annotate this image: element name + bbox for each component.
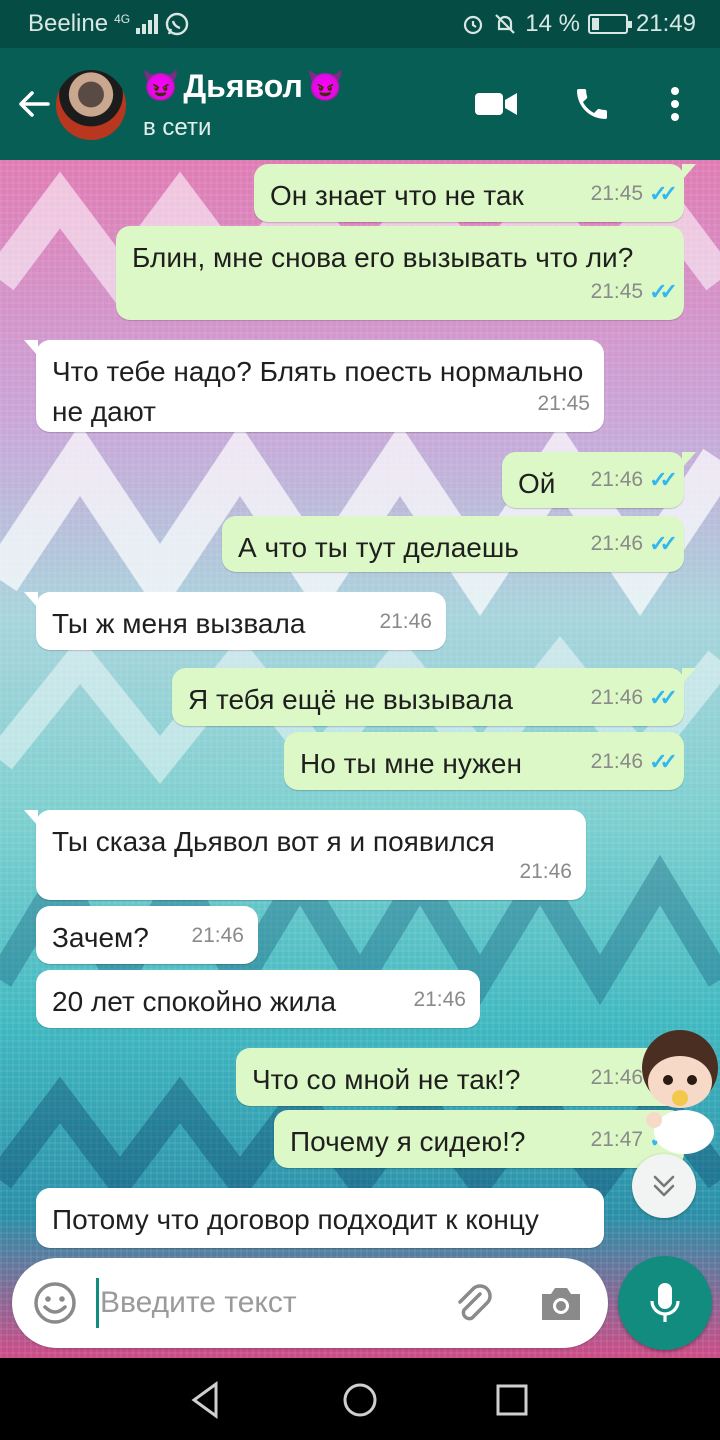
message-meta: 21:46 bbox=[191, 916, 244, 956]
clock: 21:49 bbox=[635, 10, 696, 37]
outgoing-message[interactable]: А что ты тут делаешь 21:46 ✓✓ bbox=[222, 516, 684, 572]
message-text: А что ты тут делаешь bbox=[238, 532, 519, 563]
incoming-message[interactable]: 20 лет спокойно жила 21:46 bbox=[36, 970, 480, 1028]
message-time: 21:46 bbox=[590, 686, 644, 709]
battery-percent: 14 % bbox=[525, 10, 580, 37]
message-time: 21:45 bbox=[537, 392, 590, 415]
message-meta: 21:46 bbox=[519, 852, 572, 892]
message-meta: 21:46✓✓ bbox=[590, 460, 678, 500]
message-text: Ты сказа Дьявол вот я и появился bbox=[52, 826, 495, 857]
battery-icon bbox=[587, 14, 632, 34]
contact-name-row[interactable]: 😈 Дьявол 😈 bbox=[142, 68, 344, 105]
outgoing-message[interactable]: Но ты мне нужен 21:46 ✓✓ bbox=[284, 732, 684, 790]
message-meta: 21:46 bbox=[413, 980, 466, 1020]
message-time: 21:45 bbox=[590, 182, 644, 205]
double-check-icon: ✓✓ bbox=[649, 467, 678, 492]
incoming-message[interactable]: Зачем? 21:46 bbox=[36, 906, 258, 964]
message-list: Он знает что не так 21:45 ✓✓ Блин, мне сн… bbox=[0, 160, 720, 1360]
nav-back-icon[interactable] bbox=[184, 1378, 228, 1422]
paperclip-icon[interactable] bbox=[450, 1280, 498, 1328]
status-right: 14 % 21:49 bbox=[461, 10, 696, 38]
message-meta: 21:45 bbox=[537, 384, 590, 424]
message-time: 21:46 bbox=[590, 750, 644, 773]
nav-home-icon[interactable] bbox=[338, 1378, 382, 1422]
outgoing-message[interactable]: Блин, мне снова его вызывать что ли? 21:… bbox=[116, 226, 684, 320]
emoji-icon[interactable] bbox=[32, 1280, 78, 1326]
message-time: 21:46 bbox=[590, 532, 644, 555]
double-check-icon: ✓✓ bbox=[649, 685, 678, 710]
message-meta: 21:46✓✓ bbox=[590, 524, 678, 564]
message-text: Что тебе надо? Блять поесть нормально не… bbox=[52, 356, 584, 427]
message-time: 21:46 bbox=[413, 988, 466, 1011]
voice-record-button[interactable] bbox=[618, 1256, 712, 1350]
message-text: Но ты мне нужен bbox=[300, 748, 522, 779]
double-check-icon: ✓✓ bbox=[649, 279, 678, 304]
message-time: 21:45 bbox=[590, 280, 644, 303]
nav-recents-icon[interactable] bbox=[490, 1378, 534, 1422]
carrier-name: Beeline bbox=[28, 10, 109, 37]
text-caret bbox=[96, 1278, 99, 1328]
incoming-message[interactable]: Ты сказа Дьявол вот я и появился 21:46 bbox=[24, 810, 586, 900]
message-time: 21:46 bbox=[191, 924, 244, 947]
message-text: Ты ж меня вызвала bbox=[52, 608, 306, 639]
contact-name: Дьявол bbox=[183, 68, 303, 104]
more-options-icon[interactable] bbox=[660, 82, 690, 126]
message-text: 20 лет спокойно жила bbox=[52, 986, 337, 1017]
outgoing-message[interactable]: Он знает что не так 21:45 ✓✓ bbox=[254, 164, 696, 222]
baby-sticker bbox=[642, 1030, 718, 1154]
status-bar: Beeline 4G 14 % 21:49 bbox=[0, 0, 720, 48]
double-check-icon: ✓✓ bbox=[649, 749, 678, 774]
system-nav-bar bbox=[0, 1358, 720, 1440]
status-left: Beeline 4G bbox=[28, 10, 190, 38]
devil-emoji-icon: 😈 bbox=[142, 70, 180, 103]
video-call-icon[interactable] bbox=[472, 82, 520, 126]
scroll-to-bottom-button[interactable] bbox=[632, 1154, 696, 1218]
microphone-icon bbox=[650, 1283, 680, 1322]
incoming-message[interactable]: Ты ж меня вызвала 21:46 bbox=[24, 592, 446, 650]
outgoing-message[interactable]: Ой 21:46 ✓✓ bbox=[502, 452, 696, 508]
double-check-icon: ✓✓ bbox=[649, 531, 678, 556]
devil-emoji-icon: 😈 bbox=[306, 70, 345, 103]
double-check-icon: ✓✓ bbox=[649, 181, 678, 206]
message-text: Он знает что не так bbox=[270, 180, 524, 211]
incoming-message[interactable]: Что тебе надо? Блять поесть нормально не… bbox=[24, 340, 604, 432]
message-text: Что со мной не так!? bbox=[252, 1064, 521, 1095]
message-meta: 21:45 ✓✓ bbox=[590, 174, 678, 214]
chat-area[interactable]: Он знает что не так 21:45 ✓✓ Блин, мне сн… bbox=[0, 160, 720, 1360]
outgoing-message[interactable]: Я тебя ещё не вызывала 21:46 ✓✓ bbox=[172, 668, 696, 726]
message-text: Почему я сидею!? bbox=[290, 1126, 526, 1157]
message-text: Потому что договор подходит к концу bbox=[52, 1204, 539, 1235]
message-time: 21:46 bbox=[590, 468, 644, 491]
voice-call-icon[interactable] bbox=[570, 82, 614, 126]
message-composer bbox=[12, 1258, 608, 1348]
message-input[interactable] bbox=[100, 1280, 400, 1326]
network-type: 4G bbox=[114, 12, 131, 26]
contact-status: в сети bbox=[143, 114, 212, 141]
message-text: Зачем? bbox=[52, 922, 149, 953]
message-meta: 21:46✓✓ bbox=[590, 678, 678, 718]
message-text: Я тебя ещё не вызывала bbox=[188, 684, 513, 715]
message-meta: 21:45 ✓✓ bbox=[590, 272, 678, 312]
message-time: 21:46 bbox=[519, 860, 572, 883]
message-meta: 21:46 bbox=[379, 602, 432, 642]
mute-bell-icon bbox=[495, 14, 516, 34]
incoming-message[interactable]: Потому что договор подходит к концу bbox=[36, 1188, 604, 1248]
outgoing-message[interactable]: Что со мной не так!? 21:46✓✓ bbox=[236, 1048, 696, 1106]
message-time: 21:46 bbox=[379, 610, 432, 633]
outgoing-message[interactable]: Почему я сидею!? 21:47✓✓ bbox=[274, 1110, 684, 1168]
alarm-icon bbox=[464, 15, 483, 35]
camera-icon[interactable] bbox=[538, 1280, 584, 1326]
whatsapp-icon bbox=[165, 12, 189, 36]
double-chevron-down-icon bbox=[653, 1175, 675, 1197]
signal-icon bbox=[136, 14, 159, 34]
chat-header: 😈 Дьявол 😈 в сети bbox=[0, 48, 720, 160]
message-meta: 21:46✓✓ bbox=[590, 742, 678, 782]
contact-avatar[interactable] bbox=[56, 70, 126, 140]
message-text: Блин, мне снова его вызывать что ли? bbox=[132, 242, 634, 273]
back-arrow-icon[interactable] bbox=[12, 82, 56, 126]
message-text: Ой bbox=[518, 468, 556, 499]
